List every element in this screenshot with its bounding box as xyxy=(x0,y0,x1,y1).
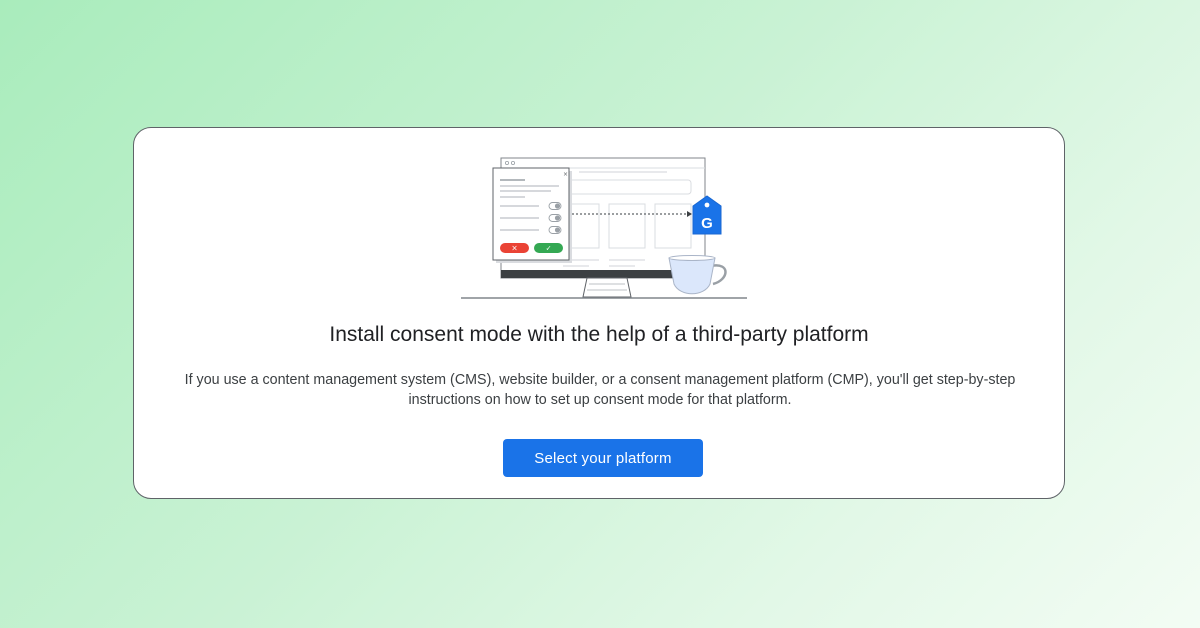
svg-text:G: G xyxy=(701,215,713,232)
consent-banner-icon: × × ✓ xyxy=(492,167,572,263)
check-icon: ✓ xyxy=(546,245,552,253)
card-description: If you use a content management system (… xyxy=(184,372,1016,408)
coffee-cup-icon xyxy=(668,255,727,295)
card-title: Install consent mode with the help of a … xyxy=(329,323,869,346)
select-platform-button[interactable]: Select your platform xyxy=(503,439,703,477)
popup-close-icon: × xyxy=(563,171,568,178)
consent-mode-card: × × ✓ G Install consent mode with the he… xyxy=(133,127,1065,499)
close-icon: × xyxy=(511,244,517,253)
consent-mode-illustration: × × ✓ G xyxy=(461,157,747,299)
